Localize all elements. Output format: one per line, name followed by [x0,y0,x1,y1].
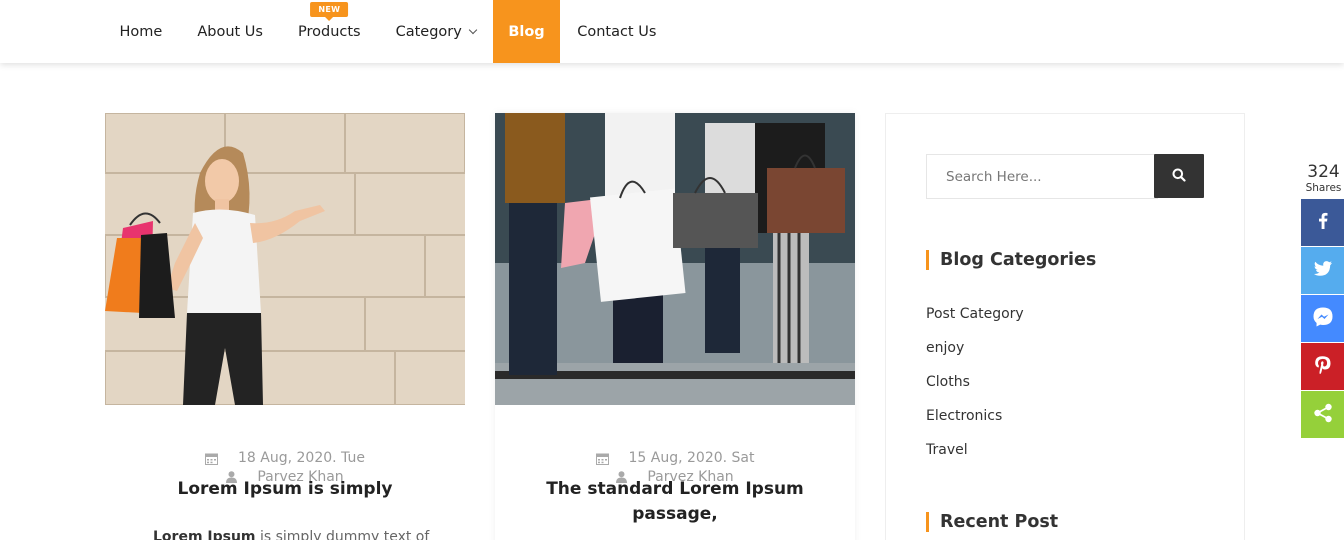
recent-post-heading: Recent Post [926,512,1058,532]
post-title[interactable]: Lorem Ipsum is simply [135,477,435,502]
more-share-button[interactable] [1301,391,1344,438]
category-item[interactable]: Electronics [926,405,1024,439]
post-excerpt: Lorem Ipsum is simply dummy text of [153,529,443,540]
post-date-text: 15 Aug, 2020. Sat [628,450,755,466]
nav-category[interactable]: Category [378,0,493,63]
blog-post-card: 18 Aug, 2020. Tue Parvez Khan Lorem Ipsu… [105,113,465,540]
post-date: 18 Aug, 2020. Tue [195,450,375,466]
search-form [926,154,1206,199]
blog-categories-heading: Blog Categories [926,250,1096,270]
pinterest-share-button[interactable] [1301,343,1344,390]
post-date: 15 Aug, 2020. Sat [586,450,765,466]
post-image-shopping-woman[interactable] [105,113,465,405]
nav-category-label: Category [395,23,462,40]
post-title[interactable]: The standard Lorem Ipsum passage, [525,477,825,527]
share-icon [1313,403,1333,427]
nav-contact-us[interactable]: Contact Us [560,0,674,63]
blog-post-card: 15 Aug, 2020. Sat Parvez Khan The standa… [495,113,855,540]
blog-sidebar: Blog Categories Post Category enjoy Clot… [885,113,1245,540]
nav-about-us-label: About Us [197,23,263,40]
category-list: Post Category enjoy Cloths Electronics T… [926,303,1024,473]
post-date-text: 18 Aug, 2020. Tue [238,450,365,466]
nav-blog-label: Blog [508,23,545,40]
site-header: Home About Us NEW Products Category Blog… [0,0,1344,63]
category-item[interactable]: enjoy [926,337,1024,371]
post-image-shopping-group[interactable] [495,113,855,405]
share-count-number: 324 [1307,162,1340,182]
post-excerpt-bold: Lorem Ipsum [153,529,256,540]
facebook-icon [1318,212,1328,233]
share-counter: 324 Shares [1303,162,1344,194]
nav-products-label: Products [297,23,361,40]
search-button[interactable] [1154,154,1204,198]
facebook-share-button[interactable] [1301,199,1344,246]
nav-contact-us-label: Contact Us [577,23,657,40]
messenger-share-button[interactable] [1301,295,1344,342]
nav-blog[interactable]: Blog [493,0,560,63]
category-item[interactable]: Cloths [926,371,1024,405]
category-item[interactable]: Post Category [926,303,1024,337]
calendar-icon [205,452,219,465]
main-nav: Home About Us NEW Products Category Blog… [102,0,674,63]
share-count-label: Shares [1305,182,1342,194]
pinterest-icon [1314,355,1331,378]
search-input[interactable] [926,154,1158,199]
category-item[interactable]: Travel [926,439,1024,473]
nav-home[interactable]: Home [102,0,180,63]
twitter-share-button[interactable] [1301,247,1344,294]
nav-home-label: Home [119,23,163,40]
new-badge: NEW [310,2,349,21]
chevron-down-icon [468,25,478,34]
messenger-icon [1313,307,1333,331]
twitter-icon [1313,261,1332,280]
calendar-icon [595,452,609,465]
nav-about-us[interactable]: About Us [180,0,281,63]
search-icon [1172,167,1186,186]
post-excerpt-text: is simply dummy text of [255,529,430,540]
nav-products[interactable]: NEW Products [280,0,378,63]
